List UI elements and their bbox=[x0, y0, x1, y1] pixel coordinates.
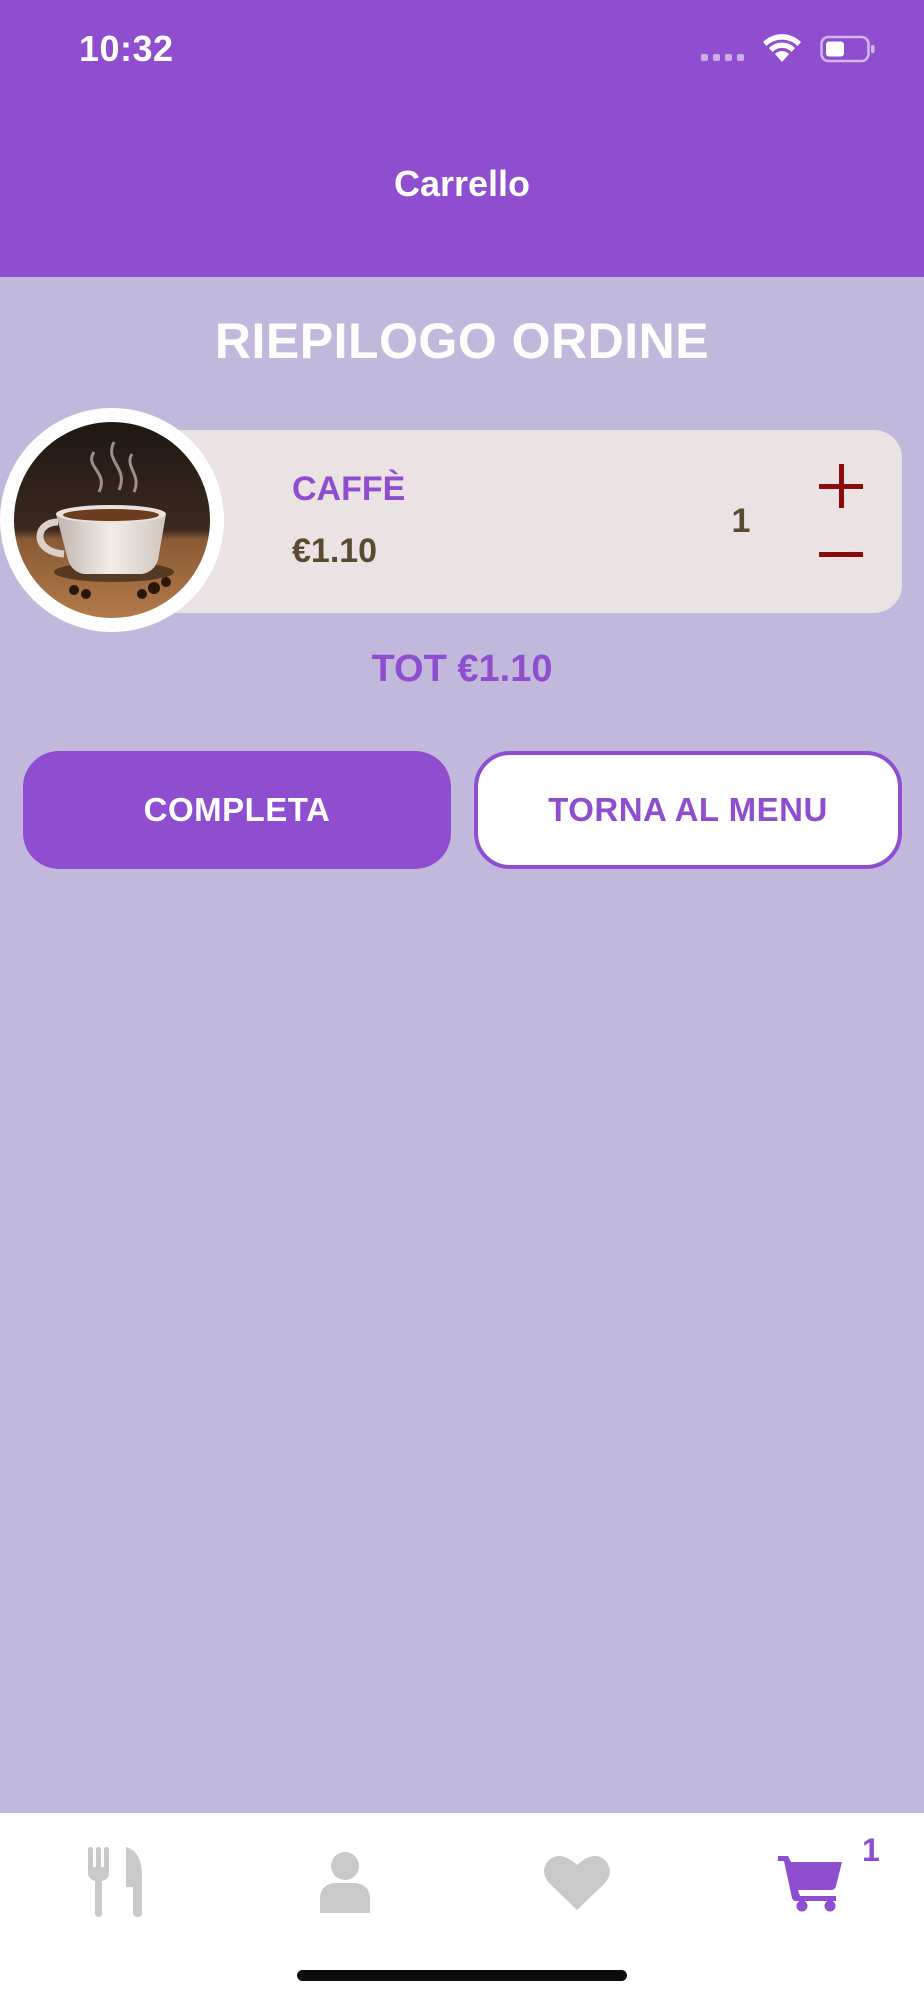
home-indicator bbox=[297, 1970, 627, 1981]
app-header: 10:32 Carrello bbox=[0, 0, 924, 277]
tab-menu[interactable] bbox=[60, 1837, 170, 1927]
back-to-menu-button[interactable]: TORNA AL MENU bbox=[474, 751, 902, 869]
increase-quantity-button[interactable] bbox=[816, 461, 866, 511]
cart-icon bbox=[778, 1856, 842, 1912]
tab-cart[interactable] bbox=[756, 1837, 866, 1927]
user-icon bbox=[320, 1852, 370, 1913]
cellular-signal-icon bbox=[701, 37, 744, 61]
battery-icon bbox=[820, 35, 875, 63]
wifi-icon bbox=[763, 34, 801, 62]
coffee-cup-icon bbox=[14, 422, 210, 618]
order-total: TOT €1.10 bbox=[371, 648, 553, 690]
complete-order-button[interactable]: COMPLETA bbox=[23, 751, 451, 869]
order-summary-heading: RIEPILOGO ORDINE bbox=[214, 313, 710, 369]
status-time: 10:32 bbox=[79, 28, 174, 69]
cart-item-name: CAFFÈ bbox=[292, 470, 406, 508]
cart-item-image bbox=[0, 408, 224, 632]
fork-knife-icon bbox=[88, 1847, 142, 1917]
cart-badge: 1 bbox=[862, 1832, 880, 1868]
status-icons bbox=[701, 34, 876, 64]
cart-item-quantity: 1 bbox=[731, 502, 751, 540]
cart-item-card bbox=[130, 430, 902, 613]
decrease-quantity-button[interactable] bbox=[816, 530, 866, 580]
heart-icon bbox=[544, 1856, 610, 1910]
tab-favorites[interactable] bbox=[522, 1837, 632, 1927]
page-title: Carrello bbox=[393, 163, 531, 204]
cart-item-price: €1.10 bbox=[292, 532, 378, 570]
tab-profile[interactable] bbox=[290, 1837, 400, 1927]
